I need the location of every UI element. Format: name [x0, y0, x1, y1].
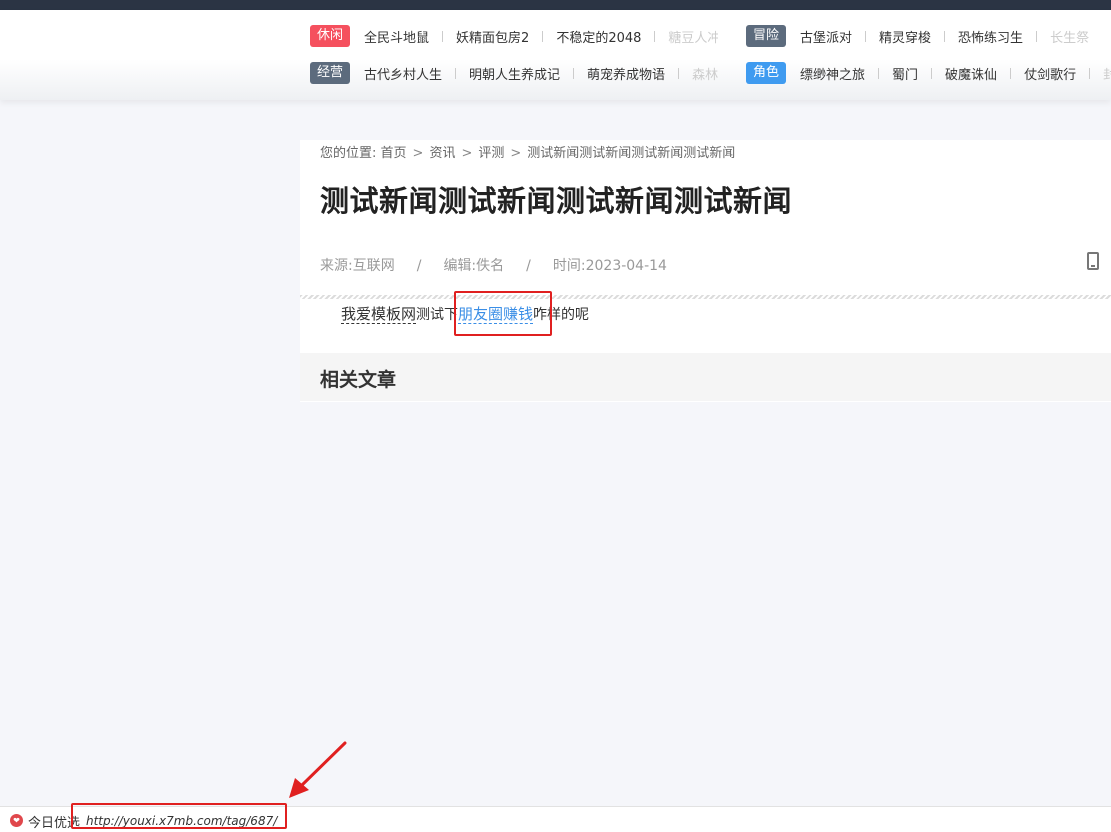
link-separator — [442, 30, 444, 42]
article-meta: 来源:互联网 / 编辑:佚名 / 时间:2023-04-14 — [320, 255, 667, 275]
category-nav: 休闲 全民斗地鼠 妖精面包房2 不稳定的2048 糖豆人冲 冒险 古堡派对 精灵穿梭 恐怖练习… — [0, 10, 1111, 100]
game-link[interactable]: 仗剑歌行 — [1024, 64, 1076, 83]
breadcrumb-review[interactable]: 评测 — [478, 146, 504, 161]
related-articles: 相关文章 — [300, 353, 1111, 401]
game-link[interactable]: 糖豆人冲 — [668, 27, 718, 46]
link-separator — [931, 67, 933, 79]
game-link[interactable]: 古代乡村人生 — [364, 64, 442, 83]
link-separator — [944, 30, 946, 42]
game-link[interactable]: 萌宠养成物语 — [587, 64, 665, 83]
game-link[interactable]: 长生祭 — [1050, 27, 1089, 46]
breadcrumb: 您的位置: 首页 > 资讯 > 评测 > 测试新闻测试新闻测试新闻测试新闻 — [320, 142, 735, 161]
article-time: 时间:2023-04-14 — [552, 258, 667, 274]
game-link[interactable]: 恐怖练习生 — [958, 27, 1023, 46]
game-link[interactable]: 古堡派对 — [800, 27, 852, 46]
category-badge[interactable]: 经营 — [310, 62, 351, 84]
breadcrumb-current: 测试新闻测试新闻测试新闻测试新闻 — [527, 146, 736, 161]
game-link[interactable]: 明朝人生养成记 — [469, 64, 560, 83]
keyword-tag[interactable]: 我爱模板网 — [341, 305, 417, 324]
dashed-divider — [300, 295, 1111, 299]
page-title: 测试新闻测试新闻测试新闻测试新闻 — [320, 184, 793, 218]
game-link[interactable]: 全民斗地鼠 — [364, 27, 429, 46]
category-row-role: 角色 缥缈神之旅 蜀门 破魔诛仙 仗剑歌行 封 — [746, 62, 1111, 84]
game-link[interactable]: 破魔诛仙 — [945, 64, 997, 83]
breadcrumb-prefix: 您的位置: — [320, 146, 377, 161]
link-separator — [678, 67, 680, 79]
category-badge[interactable]: 角色 — [746, 62, 787, 84]
mobile-phone-icon[interactable] — [1087, 252, 1099, 270]
game-link[interactable]: 精灵穿梭 — [879, 27, 931, 46]
link-separator — [878, 67, 880, 79]
article-source: 来源:互联网 — [320, 258, 395, 274]
link-separator — [1010, 67, 1012, 79]
game-link[interactable]: 封 — [1103, 64, 1111, 83]
category-row-casual: 休闲 全民斗地鼠 妖精面包房2 不稳定的2048 糖豆人冲 — [310, 25, 718, 47]
highlight-box-link — [454, 291, 552, 336]
related-title: 相关文章 — [320, 369, 397, 391]
breadcrumb-sep: > — [461, 146, 473, 161]
breadcrumb-news[interactable]: 资讯 — [429, 146, 455, 161]
link-separator — [455, 67, 457, 79]
game-link[interactable]: 缥缈神之旅 — [800, 64, 865, 83]
meta-sep: / — [526, 258, 531, 274]
link-separator — [654, 30, 656, 42]
link-separator — [573, 67, 575, 79]
body-text: 测试下 — [416, 307, 459, 323]
breadcrumb-sep: > — [412, 146, 424, 161]
article-panel: 您的位置: 首页 > 资讯 > 评测 > 测试新闻测试新闻测试新闻测试新闻 测试新闻测试新闻… — [300, 140, 1111, 402]
heart-icon: ❤ — [10, 814, 23, 827]
highlight-box-url — [71, 803, 287, 829]
game-link[interactable]: 不稳定的2048 — [556, 27, 641, 46]
category-row-business: 经营 古代乡村人生 明朝人生养成记 萌宠养成物语 森林 — [310, 62, 718, 84]
link-separator — [865, 30, 867, 42]
link-separator — [1089, 67, 1091, 79]
breadcrumb-sep: > — [510, 146, 522, 161]
top-dark-strip — [0, 0, 1111, 10]
red-arrow-annotation — [289, 741, 347, 798]
game-link[interactable]: 妖精面包房2 — [456, 27, 529, 46]
game-link[interactable]: 蜀门 — [892, 64, 918, 83]
link-separator — [1036, 30, 1038, 42]
category-row-adventure: 冒险 古堡派对 精灵穿梭 恐怖练习生 长生祭 — [746, 25, 1111, 47]
category-badge[interactable]: 冒险 — [746, 25, 787, 47]
game-link[interactable]: 森林 — [692, 64, 718, 83]
category-badge[interactable]: 休闲 — [310, 25, 351, 47]
meta-sep: / — [416, 258, 422, 274]
breadcrumb-home[interactable]: 首页 — [381, 146, 407, 161]
link-separator — [542, 30, 544, 42]
article-editor: 编辑:佚名 — [443, 258, 505, 274]
